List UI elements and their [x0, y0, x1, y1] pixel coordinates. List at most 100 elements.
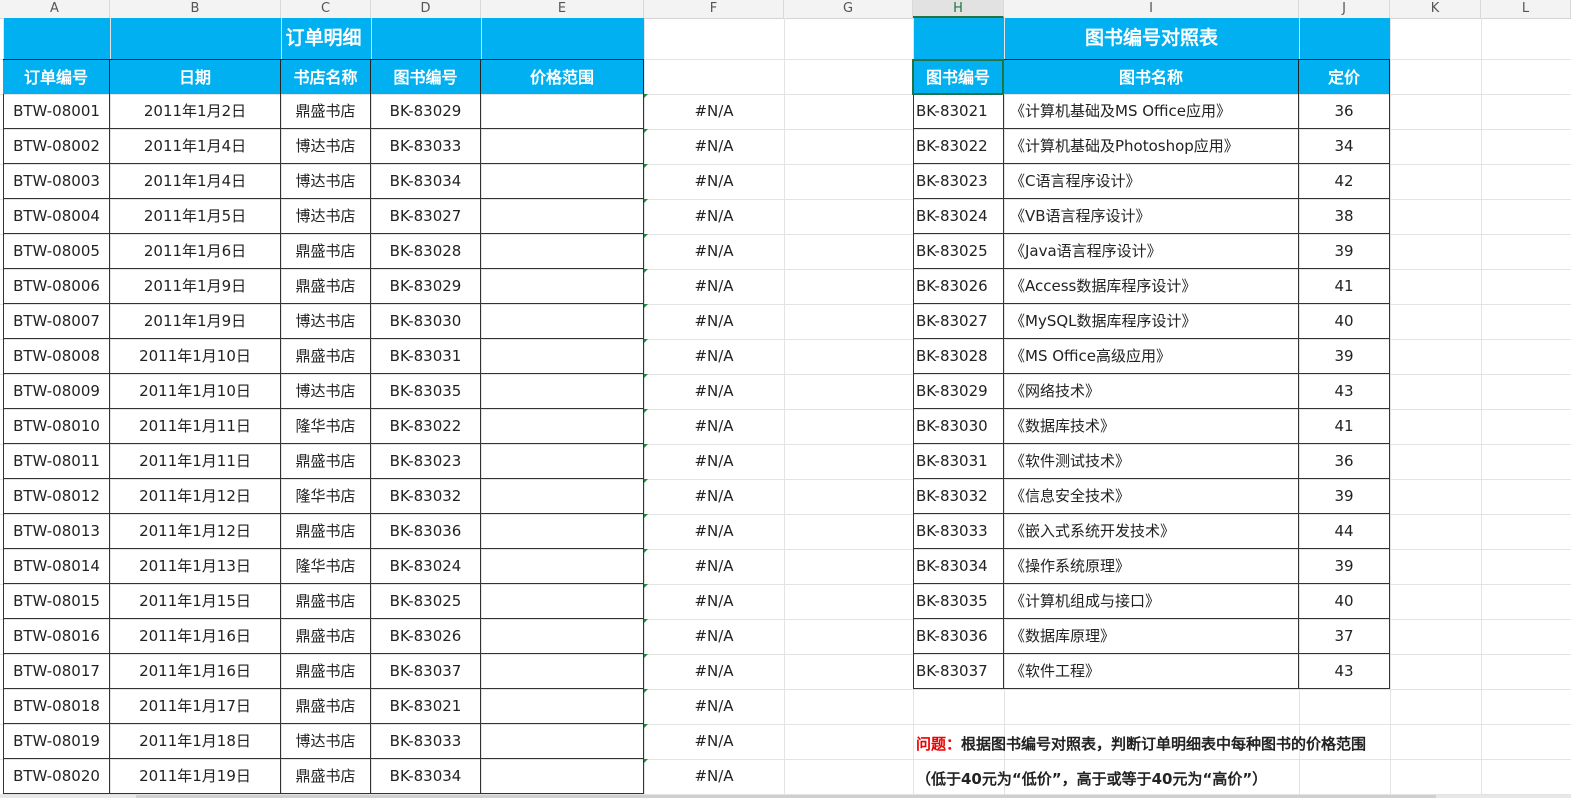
order-cell[interactable]: 鼎盛书店: [281, 759, 371, 794]
lookup-cell[interactable]: 《软件测试技术》: [1004, 444, 1299, 479]
lookup-cell[interactable]: 40: [1299, 584, 1390, 619]
column-header-k[interactable]: K: [1390, 0, 1481, 18]
order-cell[interactable]: BTW-08007: [3, 304, 110, 339]
order-cell[interactable]: BK-83032: [371, 479, 481, 514]
lookup-cell[interactable]: 《C语言程序设计》: [1004, 164, 1299, 199]
order-header-cell[interactable]: 书店名称: [281, 59, 371, 94]
lookup-cell[interactable]: BK-83028: [913, 339, 1004, 374]
column-header-a[interactable]: A: [0, 0, 110, 18]
order-cell[interactable]: BTW-08004: [3, 199, 110, 234]
order-cell[interactable]: 隆华书店: [281, 409, 371, 444]
lookup-cell[interactable]: BK-83037: [913, 654, 1004, 689]
order-cell[interactable]: [481, 479, 644, 514]
lookup-cell[interactable]: 《嵌入式系统开发技术》: [1004, 514, 1299, 549]
order-cell[interactable]: 2011年1月17日: [110, 689, 281, 724]
order-cell[interactable]: BK-83021: [371, 689, 481, 724]
lookup-result-cell[interactable]: #N/A: [644, 269, 784, 304]
order-cell[interactable]: 博达书店: [281, 304, 371, 339]
order-cell[interactable]: BK-83026: [371, 619, 481, 654]
order-cell[interactable]: 2011年1月12日: [110, 479, 281, 514]
order-cell[interactable]: BK-83035: [371, 374, 481, 409]
order-cell[interactable]: [481, 164, 644, 199]
order-cell[interactable]: [481, 514, 644, 549]
lookup-cell[interactable]: 《信息安全技术》: [1004, 479, 1299, 514]
lookup-result-cell[interactable]: #N/A: [644, 724, 784, 759]
order-cell[interactable]: 鼎盛书店: [281, 654, 371, 689]
order-cell[interactable]: BTW-08016: [3, 619, 110, 654]
order-cell[interactable]: [481, 759, 644, 794]
order-cell[interactable]: 鼎盛书店: [281, 444, 371, 479]
order-cell[interactable]: BK-83022: [371, 409, 481, 444]
lookup-cell[interactable]: BK-83035: [913, 584, 1004, 619]
lookup-cell[interactable]: 《计算机组成与接口》: [1004, 584, 1299, 619]
order-cell[interactable]: [481, 444, 644, 479]
order-cell[interactable]: BK-83029: [371, 94, 481, 129]
order-cell[interactable]: 2011年1月2日: [110, 94, 281, 129]
order-cell[interactable]: BTW-08002: [3, 129, 110, 164]
order-cell[interactable]: BTW-08008: [3, 339, 110, 374]
lookup-cell[interactable]: 43: [1299, 374, 1390, 409]
lookup-cell[interactable]: 36: [1299, 94, 1390, 129]
lookup-cell[interactable]: 41: [1299, 409, 1390, 444]
lookup-result-cell[interactable]: #N/A: [644, 129, 784, 164]
order-cell[interactable]: 2011年1月18日: [110, 724, 281, 759]
order-cell[interactable]: [481, 374, 644, 409]
order-cell[interactable]: BTW-08009: [3, 374, 110, 409]
column-header-l[interactable]: L: [1481, 0, 1571, 18]
order-cell[interactable]: 鼎盛书店: [281, 514, 371, 549]
order-cell[interactable]: [481, 689, 644, 724]
order-cell[interactable]: [481, 724, 644, 759]
order-detail-title[interactable]: 订单明细: [3, 18, 644, 59]
order-cell[interactable]: 鼎盛书店: [281, 584, 371, 619]
lookup-cell[interactable]: 《计算机基础及MS Office应用》: [1004, 94, 1299, 129]
lookup-result-cell[interactable]: #N/A: [644, 514, 784, 549]
order-cell[interactable]: BK-83025: [371, 584, 481, 619]
lookup-result-cell[interactable]: #N/A: [644, 549, 784, 584]
lookup-cell[interactable]: 《VB语言程序设计》: [1004, 199, 1299, 234]
lookup-cell[interactable]: 《网络技术》: [1004, 374, 1299, 409]
lookup-cell[interactable]: BK-83025: [913, 234, 1004, 269]
order-cell[interactable]: 博达书店: [281, 374, 371, 409]
order-cell[interactable]: BTW-08017: [3, 654, 110, 689]
order-cell[interactable]: BK-83031: [371, 339, 481, 374]
lookup-cell[interactable]: 34: [1299, 129, 1390, 164]
lookup-cell[interactable]: 《MS Office高级应用》: [1004, 339, 1299, 374]
column-header-h[interactable]: H: [913, 0, 1004, 18]
column-header-b[interactable]: B: [110, 0, 281, 18]
lookup-cell[interactable]: 39: [1299, 549, 1390, 584]
order-cell[interactable]: 2011年1月5日: [110, 199, 281, 234]
order-cell[interactable]: 鼎盛书店: [281, 234, 371, 269]
lookup-cell[interactable]: 《数据库原理》: [1004, 619, 1299, 654]
order-cell[interactable]: 2011年1月6日: [110, 234, 281, 269]
order-cell[interactable]: BTW-08020: [3, 759, 110, 794]
order-header-cell[interactable]: 图书编号: [371, 59, 481, 94]
column-header-c[interactable]: C: [281, 0, 371, 18]
order-cell[interactable]: 2011年1月4日: [110, 129, 281, 164]
order-cell[interactable]: BTW-08003: [3, 164, 110, 199]
lookup-cell[interactable]: 39: [1299, 339, 1390, 374]
order-cell[interactable]: BTW-08010: [3, 409, 110, 444]
order-cell[interactable]: 2011年1月15日: [110, 584, 281, 619]
lookup-cell[interactable]: 《计算机基础及Photoshop应用》: [1004, 129, 1299, 164]
lookup-cell[interactable]: BK-83023: [913, 164, 1004, 199]
book-lookup-title[interactable]: 图书编号对照表: [913, 18, 1390, 59]
order-cell[interactable]: [481, 94, 644, 129]
order-cell[interactable]: 2011年1月13日: [110, 549, 281, 584]
order-cell[interactable]: BTW-08001: [3, 94, 110, 129]
order-cell[interactable]: 2011年1月12日: [110, 514, 281, 549]
lookup-cell[interactable]: 《Java语言程序设计》: [1004, 234, 1299, 269]
lookup-result-cell[interactable]: #N/A: [644, 584, 784, 619]
column-header-f[interactable]: F: [644, 0, 784, 18]
lookup-cell[interactable]: 《数据库技术》: [1004, 409, 1299, 444]
order-cell[interactable]: 鼎盛书店: [281, 619, 371, 654]
lookup-result-cell[interactable]: #N/A: [644, 94, 784, 129]
lookup-cell[interactable]: 《软件工程》: [1004, 654, 1299, 689]
order-cell[interactable]: 隆华书店: [281, 479, 371, 514]
lookup-cell[interactable]: 38: [1299, 199, 1390, 234]
order-cell[interactable]: BK-83036: [371, 514, 481, 549]
lookup-cell[interactable]: BK-83027: [913, 304, 1004, 339]
order-cell[interactable]: 博达书店: [281, 199, 371, 234]
lookup-header-cell[interactable]: 定价: [1299, 59, 1390, 94]
order-header-cell[interactable]: 日期: [110, 59, 281, 94]
lookup-result-cell[interactable]: #N/A: [644, 374, 784, 409]
